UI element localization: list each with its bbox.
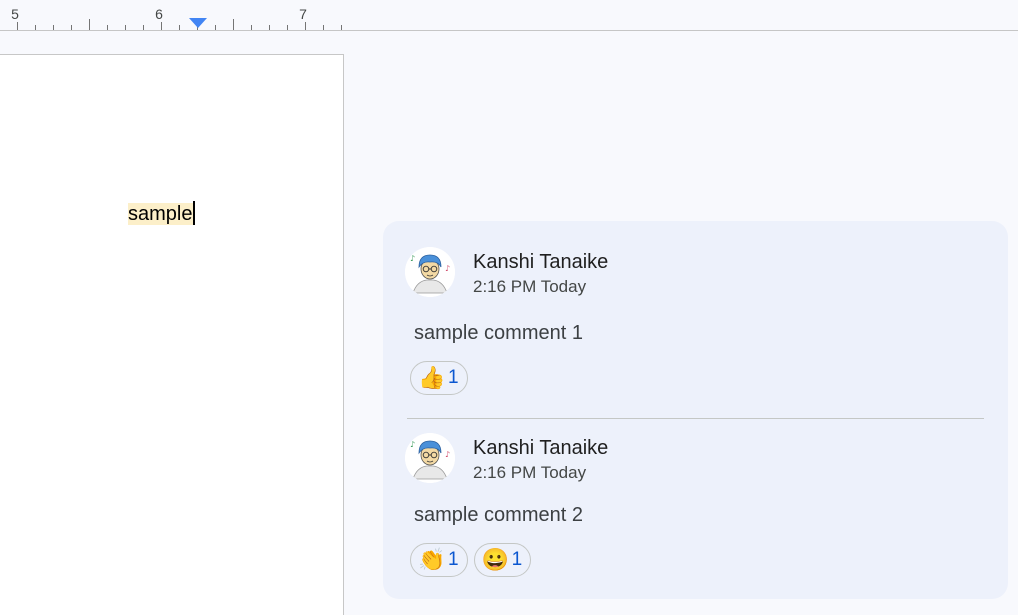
right-indent-marker-icon[interactable]	[188, 17, 208, 29]
commented-text-highlight[interactable]: sample	[128, 203, 194, 225]
ruler-number-6: 6	[155, 6, 163, 22]
ruler-number-7: 7	[299, 6, 307, 22]
comment-timestamp: 2:16 PM Today	[473, 463, 587, 482]
comment-timestamp: 2:16 PM Today	[473, 277, 587, 296]
svg-text:♪: ♪	[445, 264, 450, 273]
reaction-count: 1	[448, 367, 459, 388]
reaction-count: 1	[511, 549, 523, 570]
reaction-thumbs-up-button[interactable]: 👍 1	[410, 361, 468, 395]
comment-body: sample comment 1	[414, 322, 583, 344]
user-avatar-icon: ♪ ♪	[405, 433, 455, 483]
svg-text:♪: ♪	[410, 440, 415, 449]
avatar[interactable]: ♪ ♪	[405, 433, 455, 483]
grinning-face-icon: 😀	[481, 547, 510, 572]
avatar[interactable]: ♪ ♪	[405, 247, 455, 297]
svg-text:♪: ♪	[445, 450, 450, 459]
comment-author: Kanshi Tanaike	[473, 437, 609, 459]
horizontal-ruler[interactable]: 5 6 7	[0, 0, 1018, 31]
reaction-clapping-button[interactable]: 👏 1	[410, 543, 468, 577]
user-avatar-icon: ♪ ♪	[405, 247, 455, 297]
document-text[interactable]: sample	[128, 200, 196, 228]
reactions-row: 👍 1	[410, 361, 468, 395]
comment-author: Kanshi Tanaike	[473, 251, 609, 273]
comment-thread-card[interactable]: ♪ ♪ Kanshi Tanaike 2:16 PM Today sample …	[383, 221, 1008, 599]
reaction-grinning-button[interactable]: 😀 1	[473, 543, 532, 577]
ruler-number-5: 5	[11, 6, 19, 22]
clapping-hands-icon: 👏	[418, 547, 446, 572]
reactions-row: 👏 1 😀 1	[410, 543, 532, 577]
comment-body: sample comment 2	[414, 504, 583, 526]
comment-divider	[407, 418, 984, 419]
reaction-count: 1	[448, 549, 459, 570]
svg-text:♪: ♪	[410, 254, 415, 263]
thumbs-up-icon: 👍	[418, 365, 446, 390]
text-cursor	[193, 201, 196, 225]
document-page[interactable]: sample	[0, 54, 344, 615]
ruler-ticks	[17, 19, 342, 30]
